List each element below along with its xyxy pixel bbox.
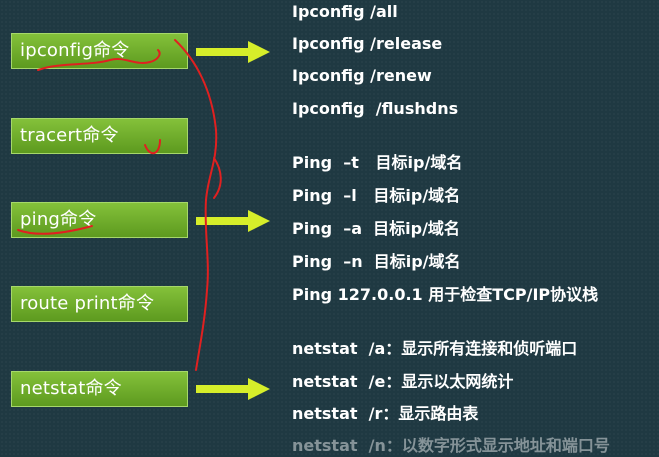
route-print-box: route print命令 (11, 286, 188, 322)
netstat-cmd-n: netstat /n：以数字形式显示地址和端口号 (292, 436, 610, 455)
ipconfig-box: ipconfig命令 (11, 33, 188, 69)
ping-cmd-l: Ping –l 目标ip/域名 (292, 186, 461, 205)
netstat-cmd-e: netstat /e：显示以太网统计 (292, 372, 514, 391)
ping-arrow-icon (196, 210, 270, 232)
ping-cmd-localhost: Ping 127.0.0.1 用于检查TCP/IP协议栈 (292, 285, 599, 304)
ipconfig-arrow-icon (196, 41, 270, 63)
ipconfig-cmd-renew: Ipconfig /renew (292, 66, 432, 85)
netstat-arrow-icon (196, 378, 270, 400)
ping-cmd-t: Ping –t 目标ip/域名 (292, 153, 463, 172)
tracert-box: tracert命令 (11, 118, 188, 154)
netstat-cmd-r: netstat /r：显示路由表 (292, 404, 479, 423)
ping-cmd-n: Ping –n 目标ip/域名 (292, 252, 461, 271)
netstat-cmd-a: netstat /a：显示所有连接和侦听端口 (292, 339, 578, 358)
netstat-box: netstat命令 (11, 371, 188, 407)
ping-cmd-a: Ping –a 目标ip/域名 (292, 219, 460, 238)
ipconfig-cmd-flushdns: Ipconfig /flushdns (292, 99, 459, 118)
ipconfig-cmd-all: Ipconfig /all (292, 2, 398, 21)
ipconfig-cmd-release: Ipconfig /release (292, 34, 443, 53)
ping-box: ping命令 (11, 202, 188, 238)
